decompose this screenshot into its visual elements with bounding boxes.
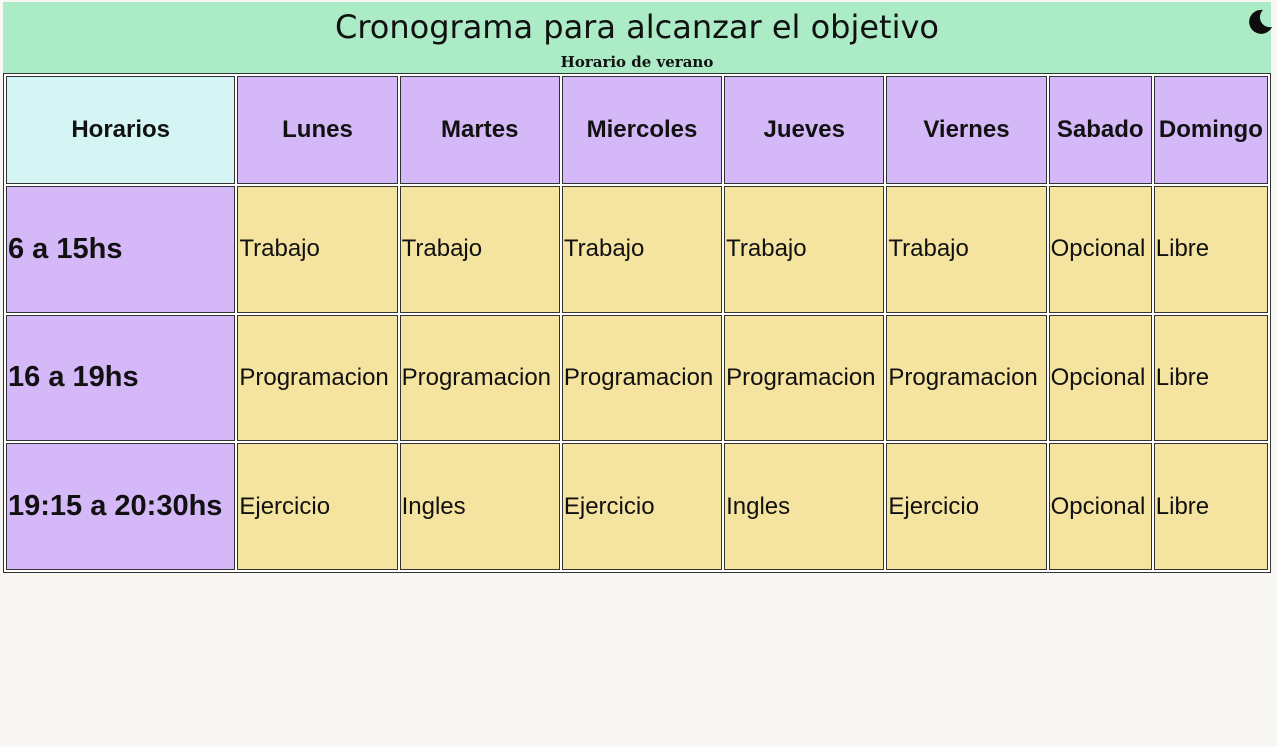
day-header-domingo: Domingo: [1153, 76, 1268, 184]
schedule-cell: Ejercicio: [237, 443, 398, 570]
moon-icon: [1249, 9, 1272, 34]
schedule-cell: Ejercicio: [886, 443, 1047, 570]
day-header-martes: Martes: [399, 76, 560, 184]
day-header-lunes: Lunes: [237, 76, 398, 184]
schedule-cell: Ingles: [724, 443, 885, 570]
day-header-viernes: Viernes: [886, 76, 1047, 184]
schedule-cell: Ejercicio: [561, 443, 723, 570]
schedule-cell: Trabajo: [237, 186, 398, 313]
schedule-cell: Programacion: [886, 314, 1047, 442]
time-slot-label: 19:15 a 20:30hs: [6, 443, 236, 570]
schedule-cell: Trabajo: [724, 186, 885, 313]
day-header-miercoles: Miercoles: [561, 76, 723, 184]
schedule-cell: Ingles: [399, 443, 560, 570]
header-row: Horarios Lunes Martes Miercoles Jueves V…: [6, 76, 1268, 184]
time-slot-label: 16 a 19hs: [6, 314, 236, 442]
day-header-jueves: Jueves: [724, 76, 885, 184]
page: Cronograma para alcanzar el objetivo Hor…: [0, 0, 1277, 747]
time-slot-label: 6 a 15hs: [6, 186, 236, 313]
table-row: 16 a 19hs Programacion Programacion Prog…: [6, 314, 1268, 442]
schedule-cell: Programacion: [399, 314, 560, 442]
page-subtitle: Horario de verano: [560, 53, 714, 71]
day-header-sabado: Sabado: [1048, 76, 1152, 184]
schedule-cell: Opcional: [1048, 314, 1152, 442]
schedule-cell: Trabajo: [399, 186, 560, 313]
schedule-cell: Opcional: [1048, 186, 1152, 313]
header-banner: Cronograma para alcanzar el objetivo Hor…: [3, 2, 1271, 73]
schedule-cell: Trabajo: [561, 186, 723, 313]
schedule-cell: Libre: [1153, 314, 1268, 442]
schedule-cell: Programacion: [724, 314, 885, 442]
corner-header-horarios: Horarios: [6, 76, 236, 184]
schedule-cell: Trabajo: [886, 186, 1047, 313]
table-row: 19:15 a 20:30hs Ejercicio Ingles Ejercic…: [6, 443, 1268, 570]
page-title: Cronograma para alcanzar el objetivo: [334, 8, 939, 46]
schedule-cell: Programacion: [561, 314, 723, 442]
schedule-cell: Programacion: [237, 314, 398, 442]
theme-toggle-button[interactable]: [1244, 7, 1274, 37]
schedule-cell: Opcional: [1048, 443, 1152, 570]
schedule-cell: Libre: [1153, 186, 1268, 313]
table-row: 6 a 15hs Trabajo Trabajo Trabajo Trabajo…: [6, 186, 1268, 313]
schedule-table: Horarios Lunes Martes Miercoles Jueves V…: [3, 73, 1271, 573]
schedule-cell: Libre: [1153, 443, 1268, 570]
